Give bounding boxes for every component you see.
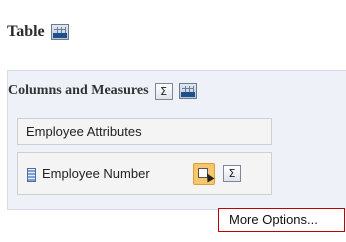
context-menu: More Options...	[218, 208, 345, 232]
columns-section-header: Columns and Measures Σ	[8, 80, 197, 102]
table-xyz-icon[interactable]	[50, 24, 69, 40]
table-header: Table	[7, 22, 69, 42]
sigma-icon[interactable]: Σ	[223, 165, 241, 182]
menu-item-more-options[interactable]: More Options...	[229, 212, 318, 227]
employee-attributes-folder[interactable]: Employee Attributes	[17, 118, 272, 145]
attribute-column-icon	[27, 168, 36, 182]
column-item-employee-number[interactable]: Employee Number Σ	[17, 152, 272, 195]
table-xyz-icon[interactable]	[178, 83, 197, 99]
column-item-label: Employee Number	[42, 166, 150, 181]
column-options-button[interactable]	[193, 163, 215, 185]
section-title: Columns and Measures	[8, 83, 149, 98]
cursor-icon	[203, 171, 215, 183]
page-title: Table	[7, 23, 45, 40]
sigma-icon[interactable]: Σ	[154, 82, 173, 100]
